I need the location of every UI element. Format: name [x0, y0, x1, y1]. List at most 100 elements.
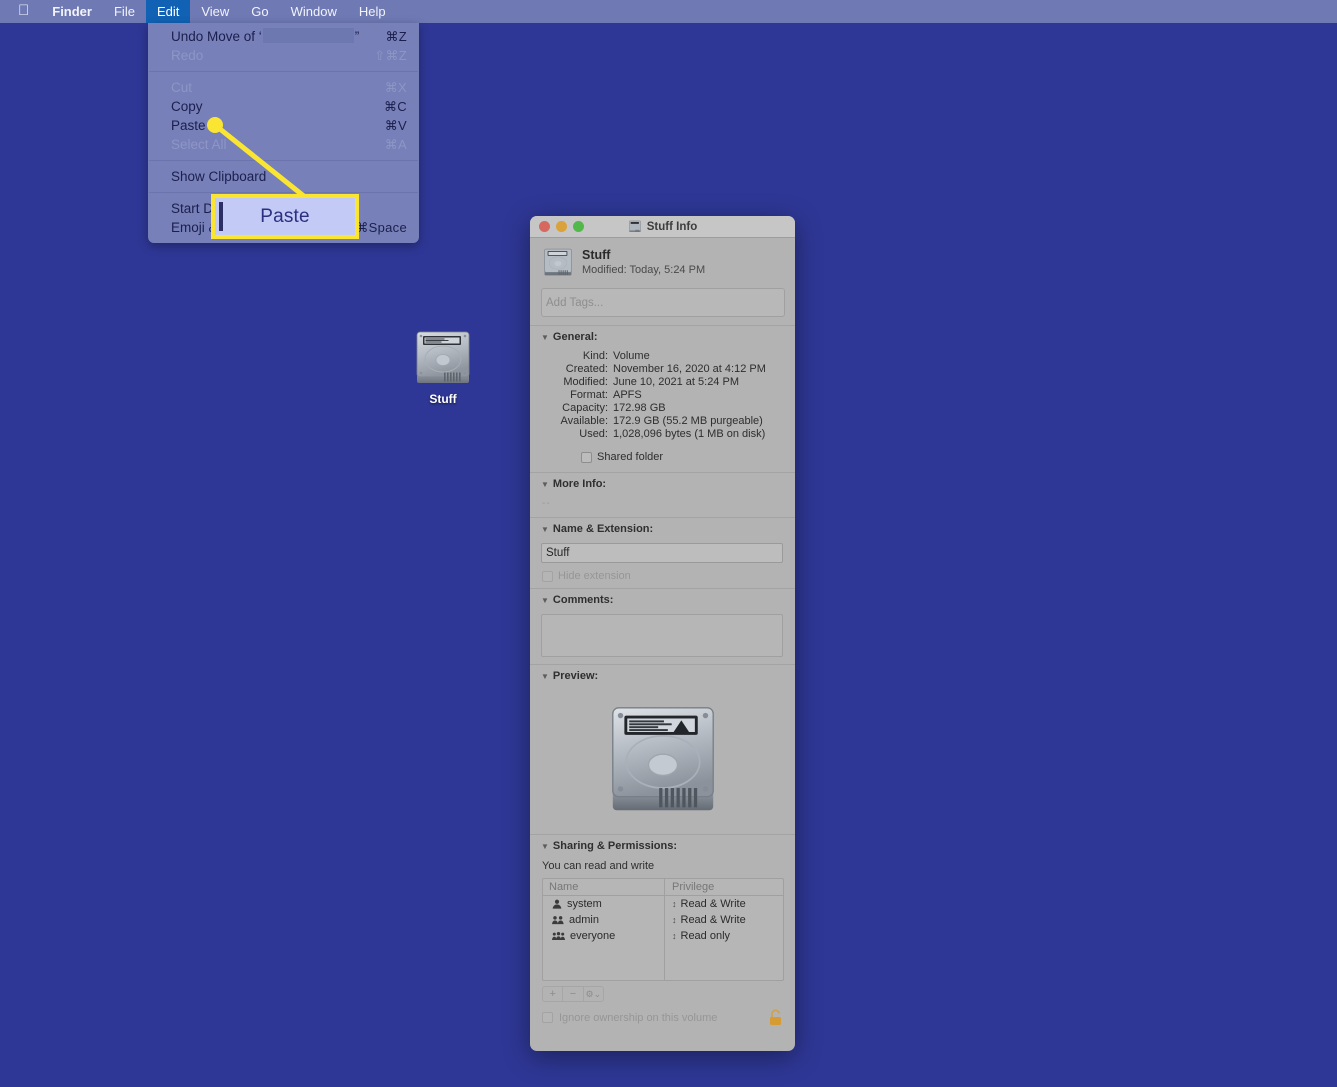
- shared-folder-checkbox[interactable]: [581, 451, 592, 463]
- section-sharing-header[interactable]: ▼ Sharing & Permissions:: [530, 835, 795, 856]
- info-item-name: Stuff: [582, 247, 611, 262]
- table-row[interactable]: system ↕ Read & Write: [543, 896, 783, 912]
- minimize-button[interactable]: [556, 221, 567, 232]
- general-fields: Kind: Volume Created: November 16, 2020 …: [530, 347, 795, 440]
- remove-permission-button[interactable]: −: [563, 987, 584, 1001]
- window-title: Stuff Info: [646, 220, 698, 233]
- hide-extension-label: Hide extension: [558, 570, 631, 582]
- field-value: November 16, 2020 at 4:12 PM: [613, 363, 766, 375]
- comments-textarea[interactable]: [541, 614, 783, 657]
- permission-privilege[interactable]: Read only: [681, 930, 731, 942]
- permission-name: system: [567, 898, 602, 910]
- stuff-info-window[interactable]: Stuff Info Stuff Modified: Today, 5:24 P…: [530, 216, 795, 1051]
- section-more-info-header[interactable]: ▼ More Info:: [530, 473, 795, 494]
- menubar-item-window[interactable]: Window: [280, 0, 348, 23]
- menu-item-cut-shortcut: ⌘X: [384, 79, 407, 95]
- close-button[interactable]: [539, 221, 550, 232]
- permissions-toolbar[interactable]: + − ⚙ ⌄: [542, 986, 604, 1002]
- titlebar-hard-drive-icon: [628, 220, 641, 232]
- maximize-button[interactable]: [573, 221, 584, 232]
- column-header-privilege[interactable]: Privilege: [665, 879, 783, 895]
- section-sharing-label: Sharing & Permissions:: [552, 840, 678, 852]
- section-comments-label: Comments:: [552, 594, 614, 606]
- add-tags-input[interactable]: Add Tags...: [541, 288, 785, 317]
- disclosure-triangle-icon[interactable]: ▼: [541, 842, 549, 851]
- stepper-icon[interactable]: ↕: [672, 931, 677, 941]
- annotation-cursor-bar: [219, 202, 223, 231]
- preview-pane: [530, 686, 795, 834]
- annotation-marker-dot: [207, 117, 223, 133]
- menubar-item-go[interactable]: Go: [240, 0, 279, 23]
- traffic-lights: [530, 221, 584, 232]
- menubar-item-finder[interactable]: Finder: [41, 0, 103, 23]
- field-value: June 10, 2021 at 5:24 PM: [613, 376, 739, 388]
- field-value: Volume: [613, 350, 650, 362]
- permission-privilege[interactable]: Read & Write: [681, 898, 746, 910]
- permissions-action-button[interactable]: ⚙ ⌄: [584, 987, 603, 1001]
- disclosure-triangle-icon[interactable]: ▼: [541, 333, 549, 342]
- field-value: 172.9 GB (55.2 MB purgeable): [613, 415, 763, 427]
- shared-folder-label: Shared folder: [597, 451, 664, 463]
- disclosure-triangle-icon[interactable]: ▼: [541, 672, 549, 681]
- menu-item-redo-shortcut: ⇧⌘Z: [374, 47, 407, 63]
- section-general-header[interactable]: ▼ General:: [530, 326, 795, 347]
- field-key: Available:: [560, 415, 609, 427]
- unlocked-padlock-icon[interactable]: [768, 1009, 783, 1026]
- macos-menubar[interactable]:  Finder File Edit View Go Window Help: [0, 0, 1337, 23]
- section-preview-label: Preview:: [552, 670, 599, 682]
- menubar-item-help[interactable]: Help: [348, 0, 397, 23]
- section-more-info-label: More Info:: [552, 478, 607, 490]
- section-preview-header[interactable]: ▼ Preview:: [530, 665, 795, 686]
- table-row[interactable]: admin ↕ Read & Write: [543, 912, 783, 928]
- disclosure-triangle-icon[interactable]: ▼: [541, 525, 549, 534]
- info-header: Stuff Modified: Today, 5:24 PM: [530, 238, 795, 288]
- section-name-extension-label: Name & Extension:: [552, 523, 654, 535]
- permission-name: everyone: [570, 930, 616, 942]
- group-users-icon: [552, 916, 564, 925]
- name-input[interactable]: Stuff: [541, 543, 783, 563]
- annotation-callout-box: Paste: [211, 194, 359, 239]
- window-titlebar[interactable]: Stuff Info: [530, 216, 795, 238]
- desktop-drive-icon[interactable]: Stuff: [404, 328, 482, 406]
- chevron-down-icon: ⌄: [593, 988, 602, 999]
- ignore-ownership-checkbox[interactable]: [542, 1012, 553, 1023]
- shared-folder-row[interactable]: Shared folder: [530, 440, 795, 472]
- add-tags-placeholder: Add Tags...: [546, 296, 604, 309]
- stepper-icon[interactable]: ↕: [672, 899, 677, 909]
- permissions-empty-area: [543, 944, 783, 980]
- hide-extension-row[interactable]: Hide extension: [530, 567, 795, 588]
- menu-separator: [149, 71, 418, 72]
- menubar-item-edit[interactable]: Edit: [145, 0, 191, 23]
- menubar-item-view[interactable]: View: [190, 0, 240, 23]
- permission-privilege[interactable]: Read & Write: [681, 914, 746, 926]
- disclosure-triangle-icon[interactable]: ▼: [541, 596, 549, 605]
- hide-extension-checkbox[interactable]: [542, 570, 553, 582]
- name-input-value: Stuff: [546, 547, 570, 559]
- section-general-label: General:: [552, 331, 598, 343]
- field-key: Modified:: [563, 376, 608, 388]
- info-item-modified: Modified: Today, 5:24 PM: [582, 263, 706, 276]
- menu-item-undo[interactable]: Undo Move of ‘ ” ⌘Z: [148, 27, 419, 46]
- section-name-extension-header[interactable]: ▼ Name & Extension:: [530, 518, 795, 539]
- preview-hard-drive-icon: [611, 707, 714, 811]
- column-header-name[interactable]: Name: [543, 879, 665, 895]
- desktop-drive-label: Stuff: [429, 392, 457, 406]
- ignore-ownership-label: Ignore ownership on this volume: [559, 1011, 718, 1024]
- add-permission-button[interactable]: +: [543, 987, 564, 1001]
- permissions-table[interactable]: Name Privilege system ↕ Read & Write adm…: [542, 878, 784, 981]
- disclosure-triangle-icon[interactable]: ▼: [541, 480, 549, 489]
- redacted-filename: [262, 28, 354, 44]
- section-comments-header[interactable]: ▼ Comments:: [530, 589, 795, 610]
- permissions-table-header: Name Privilege: [543, 879, 783, 896]
- menubar-item-file[interactable]: File: [103, 0, 146, 23]
- table-row[interactable]: everyone ↕ Read only: [543, 928, 783, 944]
- stepper-icon[interactable]: ↕: [672, 915, 677, 925]
- apple-logo-icon[interactable]: : [0, 3, 41, 18]
- menu-item-cut-label: Cut: [171, 80, 193, 95]
- ignore-ownership-row[interactable]: Ignore ownership on this volume: [530, 1002, 795, 1026]
- single-user-icon: [552, 899, 562, 909]
- group-users-icon: [552, 932, 565, 940]
- menu-item-cut: Cut ⌘X: [148, 78, 419, 97]
- field-key: Capacity:: [562, 402, 608, 414]
- field-key: Used:: [579, 428, 608, 440]
